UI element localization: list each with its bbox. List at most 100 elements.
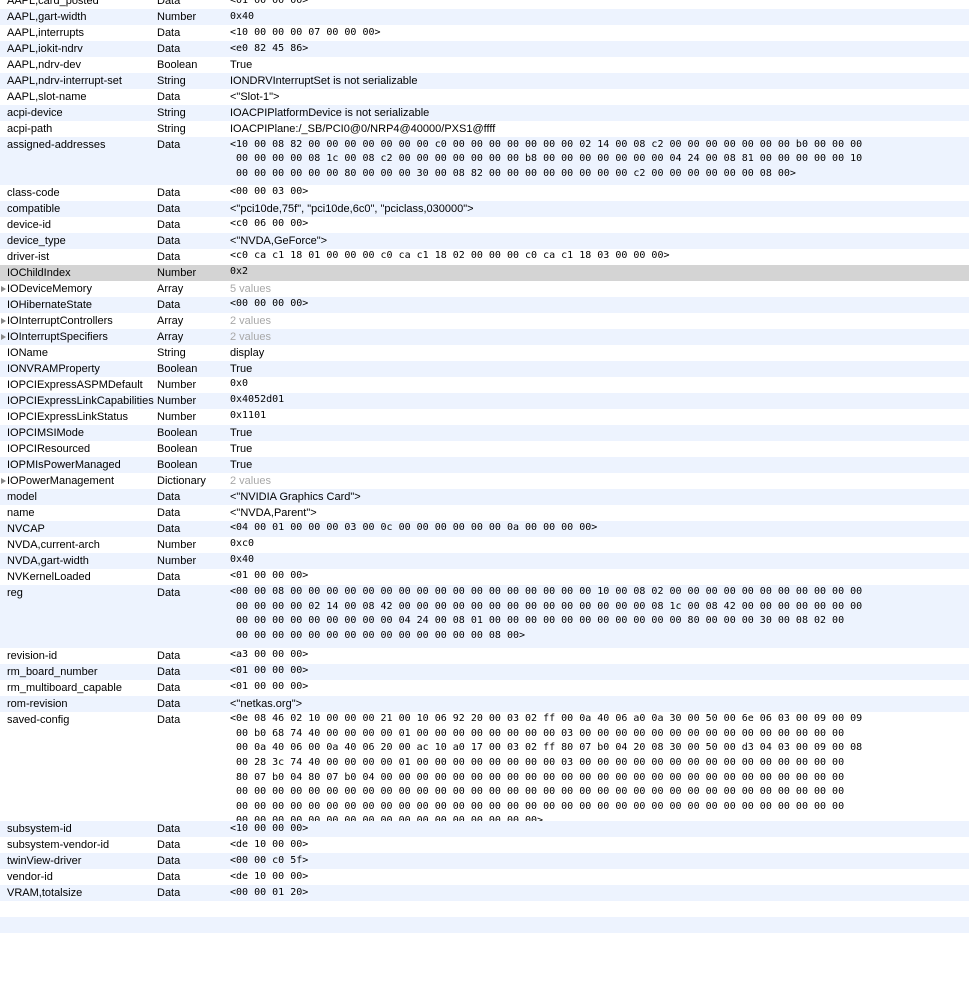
property-type: Data	[157, 586, 181, 599]
property-row[interactable]: IOPCIExpressLinkStatus Number 0x1101	[0, 409, 969, 425]
disclosure-triangle-icon[interactable]	[1, 317, 6, 324]
property-value: <10 00 00 00 07 00 00 00>	[230, 26, 381, 38]
property-key: AAPL,ndrv-dev	[7, 59, 81, 71]
property-row[interactable]: AAPL,slot-name Data <"Slot-1">	[0, 89, 969, 105]
property-row[interactable]: class-code Data <00 00 03 00>	[0, 185, 969, 201]
property-type: Data	[157, 665, 181, 678]
property-key: saved-config	[7, 713, 70, 726]
property-row[interactable]: vendor-id Data <de 10 00 00>	[0, 869, 969, 885]
property-row[interactable]: IOPowerManagement Dictionary 2 values	[0, 473, 969, 489]
property-row[interactable]: rm_board_number Data <01 00 00 00>	[0, 663, 969, 680]
property-row[interactable]: NVCAP Data <04 00 01 00 00 00 03 00 0c 0…	[0, 520, 969, 537]
property-row[interactable]: device-id Data <c0 06 00 00>	[0, 217, 969, 233]
property-row[interactable]: IOPMIsPowerManaged Boolean True	[0, 456, 969, 473]
disclosure-triangle-icon[interactable]	[1, 477, 6, 484]
property-type: Data	[157, 713, 181, 726]
property-key: NVDA,gart-width	[7, 554, 89, 567]
property-key: AAPL,interrupts	[7, 27, 85, 39]
property-row[interactable]: IOPCIExpressASPMDefault Number 0x0	[0, 377, 969, 393]
property-type: Data	[157, 855, 181, 868]
property-row[interactable]: subsystem-vendor-id Data <de 10 00 00>	[0, 837, 969, 853]
property-row[interactable]: assigned-addresses Data <10 00 08 82 00 …	[0, 137, 969, 185]
property-row[interactable]: driver-ist Data <c0 ca c1 18 01 00 00 00…	[0, 249, 969, 265]
property-key: AAPL,iokit-ndrv	[7, 43, 83, 55]
property-key: reg	[7, 586, 23, 599]
property-row[interactable]: saved-config Data <0e 08 46 02 10 00 00 …	[0, 712, 969, 826]
disclosure-triangle-icon[interactable]	[1, 333, 6, 340]
property-value: 0x2	[230, 266, 249, 278]
property-row[interactable]: acpi-path String IOACPIPlane:/_SB/PCI0@0…	[0, 121, 969, 137]
property-row[interactable]: revision-id Data <a3 00 00 00>	[0, 648, 969, 664]
property-row[interactable]: VRAM,totalsize Data <00 00 01 20>	[0, 885, 969, 902]
property-key: device_type	[7, 234, 66, 247]
property-row[interactable]: name Data <"NVDA,Parent">	[0, 505, 969, 521]
property-key: IODeviceMemory	[0, 281, 157, 297]
property-type: String	[157, 123, 186, 135]
property-row[interactable]: rm_multiboard_capable Data <01 00 00 00>	[0, 680, 969, 696]
property-row[interactable]: IONVRAMProperty Boolean True	[0, 360, 969, 377]
property-key: AAPL,gart-width	[7, 11, 87, 23]
property-type: Array	[157, 330, 184, 343]
property-row[interactable]: NVKernelLoaded Data <01 00 00 00>	[0, 569, 969, 585]
property-type: Data	[157, 298, 181, 311]
property-row[interactable]: reg Data <00 00 08 00 00 00 00 00 00 00 …	[0, 584, 969, 648]
property-key: compatible	[7, 202, 61, 215]
property-row[interactable]: NVDA,current-arch Number 0xc0	[0, 537, 969, 553]
property-type: Boolean	[157, 442, 198, 455]
property-row[interactable]: subsystem-id Data <10 00 00 00>	[0, 821, 969, 838]
property-row[interactable]: compatible Data <"pci10de,75f", "pci10de…	[0, 200, 969, 217]
property-key: IOPMIsPowerManaged	[7, 458, 121, 471]
property-type: Boolean	[157, 458, 198, 471]
property-value: <0e 08 46 02 10 00 00 00 21 00 10 06 92 …	[230, 713, 863, 826]
property-value: <01 00 00 00>	[230, 0, 309, 6]
property-row[interactable]: NVDA,gart-width Number 0x40	[0, 552, 969, 569]
property-value: <"NVDA,GeForce">	[230, 234, 328, 247]
property-value: <01 00 00 00>	[230, 570, 309, 582]
property-row[interactable]: AAPL,ndrv-dev Boolean True	[0, 57, 969, 73]
property-row[interactable]: AAPL,ndrv-interrupt-set String IONDRVInt…	[0, 73, 969, 89]
property-row[interactable]: AAPL,card_posted Data <01 00 00 00>	[0, 0, 969, 9]
property-row[interactable]: rom-revision Data <"netkas.org">	[0, 695, 969, 712]
disclosure-triangle-icon[interactable]	[1, 285, 6, 292]
property-row[interactable]: IOPCIExpressLinkCapabilities Number 0x40…	[0, 392, 969, 409]
property-key: AAPL,slot-name	[7, 91, 87, 103]
property-row[interactable]: twinView-driver Data <00 00 c0 5f>	[0, 853, 969, 870]
property-type: Number	[157, 266, 197, 279]
property-type: Boolean	[157, 362, 198, 375]
property-value: display	[230, 346, 265, 359]
property-value: 0x1101	[230, 410, 267, 422]
property-row[interactable]: acpi-device String IOACPIPlatformDevice …	[0, 105, 969, 121]
property-row[interactable]: IOPCIMSIMode Boolean True	[0, 424, 969, 441]
property-key: AAPL,ndrv-interrupt-set	[7, 75, 122, 87]
property-row[interactable]: IOPCIResourced Boolean True	[0, 441, 969, 457]
property-row[interactable]: IOHibernateState Data <00 00 00 00>	[0, 296, 969, 313]
property-type: Data	[157, 490, 181, 503]
property-type: Data	[157, 234, 181, 247]
property-row[interactable]: IODeviceMemory Array 5 values	[0, 281, 969, 297]
property-value: 5 values	[230, 282, 271, 295]
property-value: <10 00 08 82 00 00 00 00 00 00 00 c0 00 …	[230, 138, 863, 179]
property-type: Number	[157, 394, 197, 407]
property-value: 2 values	[230, 314, 271, 327]
property-key: IOPCIExpressASPMDefault	[7, 378, 143, 391]
property-row[interactable]: IOName String display	[0, 345, 969, 361]
property-type: Number	[157, 554, 197, 567]
property-row[interactable]: AAPL,iokit-ndrv Data <e0 82 45 86>	[0, 41, 969, 57]
property-row[interactable]: AAPL,gart-width Number 0x40	[0, 9, 969, 25]
property-row[interactable]: IOInterruptSpecifiers Array 2 values	[0, 328, 969, 345]
empty-row	[0, 917, 969, 934]
property-value: <04 00 01 00 00 00 03 00 0c 00 00 00 00 …	[230, 522, 598, 534]
property-value: True	[230, 59, 253, 71]
property-value: True	[230, 458, 253, 471]
property-row[interactable]: AAPL,interrupts Data <10 00 00 00 07 00 …	[0, 25, 969, 41]
property-value: <"pci10de,75f", "pci10de,6c0", "pciclass…	[230, 202, 474, 215]
property-type: String	[157, 107, 186, 119]
property-row[interactable]: model Data <"NVIDIA Graphics Card">	[0, 488, 969, 505]
property-row[interactable]: device_type Data <"NVDA,GeForce">	[0, 232, 969, 249]
property-value: <"Slot-1">	[230, 91, 280, 103]
property-value: 0x4052d01	[230, 394, 285, 406]
property-type: Data	[157, 506, 181, 519]
property-type: Data	[157, 839, 181, 852]
property-row[interactable]: IOInterruptControllers Array 2 values	[0, 313, 969, 329]
property-row[interactable]: IOChildIndex Number 0x2	[0, 264, 969, 281]
